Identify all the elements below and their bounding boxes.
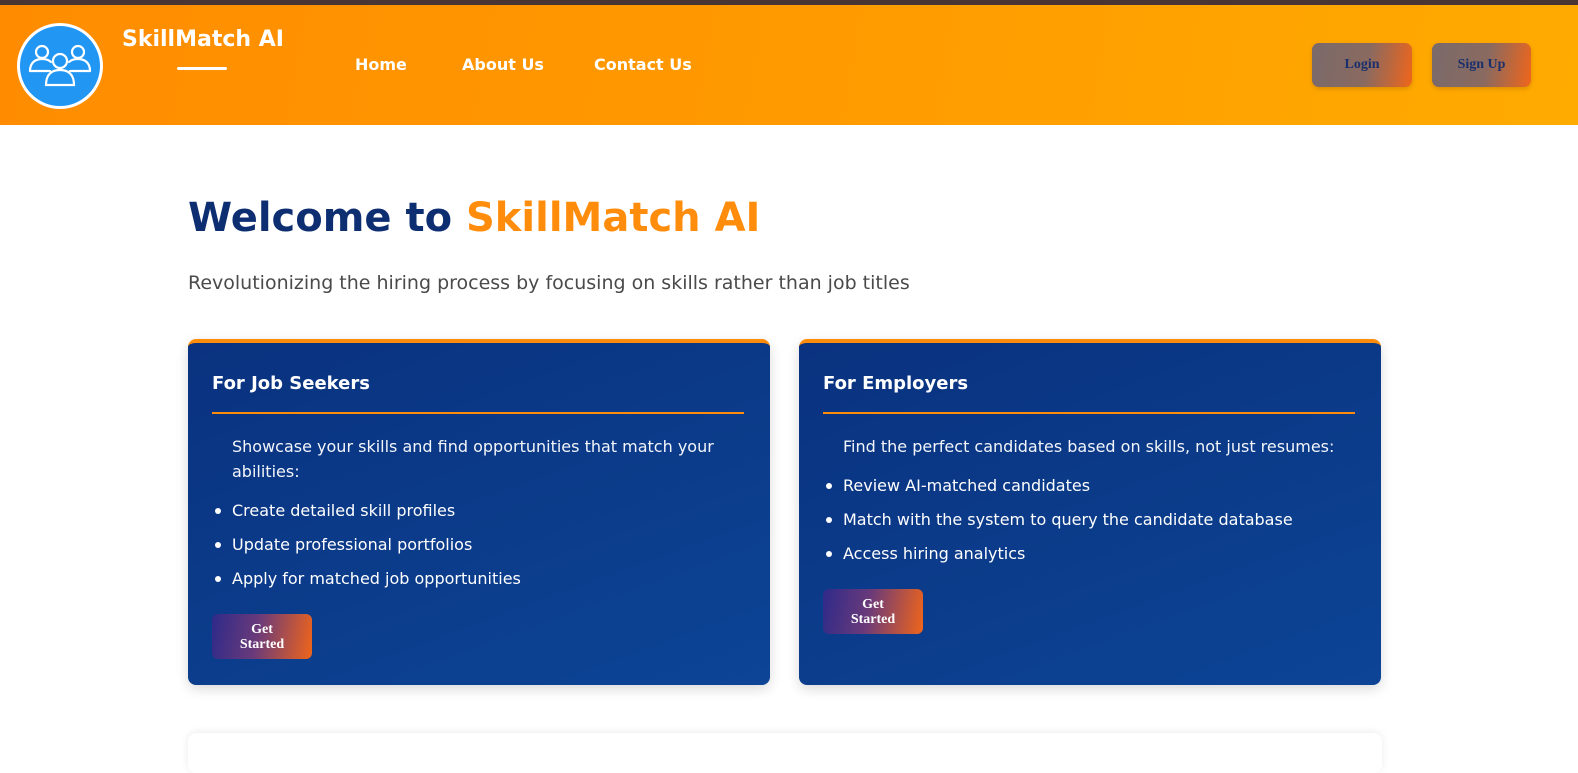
card-feature-list: Create detailed skill profiles Update pr… (215, 501, 521, 603)
card-divider (823, 412, 1355, 414)
card-intro: Showcase your skills and find opportunit… (232, 437, 714, 481)
button-label-line2: Started (239, 636, 285, 652)
users-group-icon[interactable] (17, 23, 103, 109)
login-button[interactable]: Login (1312, 43, 1412, 87)
card-feature-list: Review AI-matched candidates Match with … (826, 476, 1293, 578)
list-item: Create detailed skill profiles (215, 501, 521, 535)
nav-about-us[interactable]: About Us (462, 55, 544, 74)
brand-name[interactable]: SkillMatch AI (122, 27, 284, 52)
list-item: Match with the system to query the candi… (826, 510, 1293, 544)
card-title: For Job Seekers (212, 373, 370, 394)
list-item: Access hiring analytics (826, 544, 1293, 578)
card-intro: Find the perfect candidates based on ski… (843, 437, 1335, 456)
button-label-line1: Get (251, 621, 273, 637)
job-seekers-card: For Job Seekers Showcase your skills and… (188, 339, 770, 685)
employers-card: For Employers Find the perfect candidate… (799, 339, 1381, 685)
site-header: SkillMatch AI Home About Us Contact Us L… (0, 5, 1578, 125)
card-title: For Employers (823, 373, 969, 394)
brand-underline (177, 67, 227, 70)
page-title: Welcome to SkillMatch AI (188, 195, 760, 241)
title-prefix: Welcome to (188, 195, 453, 241)
list-item: Update professional portfolios (215, 535, 521, 569)
signup-button[interactable]: Sign Up (1432, 43, 1531, 87)
nav-home[interactable]: Home (355, 55, 407, 74)
nav-contact-us[interactable]: Contact Us (594, 55, 692, 74)
next-section-panel (188, 733, 1382, 773)
list-item: Review AI-matched candidates (826, 476, 1293, 510)
button-label-line1: Get (862, 596, 884, 612)
page-subtitle: Revolutionizing the hiring process by fo… (188, 272, 910, 294)
card-divider (212, 412, 744, 414)
list-item: Apply for matched job opportunities (215, 569, 521, 603)
button-label-line2: Started (850, 611, 896, 627)
title-accent: SkillMatch AI (466, 195, 761, 241)
employers-get-started-button[interactable]: Get Started (823, 589, 923, 634)
job-seekers-get-started-button[interactable]: Get Started (212, 614, 312, 659)
